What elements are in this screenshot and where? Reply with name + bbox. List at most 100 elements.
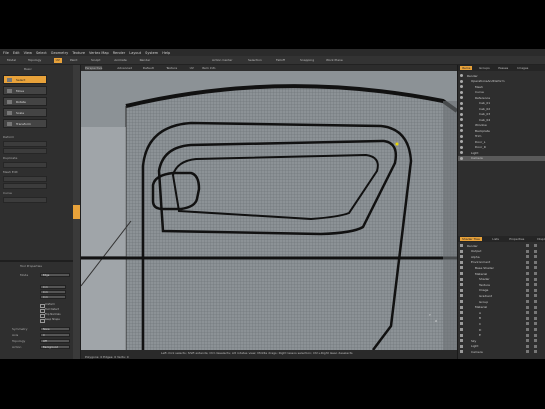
blend-toggle-icon[interactable] — [526, 339, 529, 343]
prop-value-field[interactable]: 0 m — [40, 285, 66, 289]
toolbar-action-center[interactable]: Action Center — [210, 58, 234, 63]
visibility-eye-icon[interactable] — [460, 79, 463, 83]
layer-visibility-icon[interactable] — [460, 277, 463, 281]
blend-toggle-icon[interactable] — [526, 305, 529, 309]
shader-row[interactable]: Camera — [458, 349, 545, 354]
tool-scale-button[interactable]: Scale — [3, 108, 47, 117]
effect-toggle-icon[interactable] — [534, 294, 537, 298]
visibility-eye-icon[interactable] — [460, 107, 463, 110]
layer-visibility-icon[interactable] — [460, 339, 463, 343]
tool-rotate-button[interactable]: Rotate — [3, 97, 47, 106]
shader-row[interactable]: B — [458, 316, 545, 321]
shader-tab-properties[interactable]: Properties — [507, 237, 526, 241]
shader-row[interactable]: Gradient — [458, 293, 545, 298]
effect-toggle-icon[interactable] — [534, 260, 537, 264]
layer-visibility-icon[interactable] — [460, 344, 463, 348]
menu-select[interactable]: Select — [36, 51, 47, 55]
blend-toggle-icon[interactable] — [526, 294, 529, 298]
blend-toggle-icon[interactable] — [526, 266, 529, 270]
effect-toggle-icon[interactable] — [534, 288, 537, 292]
layer-visibility-icon[interactable] — [460, 255, 463, 259]
blend-toggle-icon[interactable] — [526, 311, 529, 315]
effect-toggle-icon[interactable] — [534, 311, 537, 315]
item-row[interactable]: Window — [458, 123, 545, 128]
shader-row[interactable]: Image — [458, 288, 545, 293]
item-row[interactable]: Door_R — [458, 145, 545, 150]
toolbar-snapping[interactable]: Snapping — [298, 58, 316, 63]
axis-gizmo[interactable]: Y X — [429, 313, 451, 327]
blend-toggle-icon[interactable] — [526, 344, 529, 348]
shader-row[interactable]: Material — [458, 271, 545, 276]
menu-edit[interactable]: Edit — [13, 51, 20, 55]
item-row[interactable]: Camera — [458, 155, 545, 161]
deform-row[interactable] — [3, 148, 47, 154]
visibility-eye-icon[interactable] — [460, 112, 463, 116]
visibility-eye-icon[interactable] — [460, 90, 463, 94]
effect-toggle-icon[interactable] — [534, 249, 537, 253]
viewport-tab-item-info[interactable]: Item Info — [202, 66, 215, 70]
viewport-tab-default[interactable]: Default — [143, 66, 154, 70]
item-row[interactable]: OperationsAndDeform — [458, 79, 545, 84]
toolbar-tab-paint[interactable]: Paint — [68, 58, 79, 63]
shader-row[interactable]: C — [458, 321, 545, 326]
shader-row[interactable]: Texture — [458, 282, 545, 287]
item-row[interactable]: Reference — [458, 95, 545, 100]
viewport-tab-texture[interactable]: Texture — [166, 66, 177, 70]
option-checkbox[interactable]: Tool Detect — [40, 308, 74, 313]
layer-visibility-icon[interactable] — [460, 322, 463, 326]
toolbar-tab-uv[interactable]: UV — [53, 58, 62, 63]
3d-viewport[interactable]: Perspective Advanced Default Texture UV Item … — [81, 65, 457, 350]
shader-row[interactable]: Sky — [458, 338, 545, 343]
item-row[interactable]: Mesh — [458, 84, 545, 89]
items-list[interactable]: Render OperationsAndDeform Mesh Curve Refere… — [458, 71, 545, 236]
item-row[interactable]: Cab_01 — [458, 101, 545, 106]
toolbar-selection[interactable]: Selection — [246, 58, 264, 63]
visibility-eye-icon[interactable] — [460, 140, 463, 143]
tool-select-button[interactable]: Select — [3, 75, 47, 84]
effect-toggle-icon[interactable] — [534, 277, 537, 281]
menu-geometry[interactable]: Geometry — [51, 51, 68, 55]
shader-row[interactable]: Light — [458, 344, 545, 349]
effect-toggle-icon[interactable] — [534, 283, 537, 287]
blend-toggle-icon[interactable] — [526, 322, 529, 326]
option-checkbox[interactable]: Keep Shape — [40, 318, 74, 323]
shader-row[interactable]: A — [458, 310, 545, 315]
visibility-eye-icon[interactable] — [460, 134, 463, 138]
prop-value-field[interactable]: 0 m — [40, 290, 66, 294]
effect-toggle-icon[interactable] — [534, 333, 537, 337]
tool-tabs-strip[interactable] — [73, 65, 80, 359]
active-tool-tab[interactable] — [73, 205, 80, 219]
effect-toggle-icon[interactable] — [534, 339, 537, 343]
menu-texture[interactable]: Texture — [72, 51, 85, 55]
shader-row[interactable]: Environment — [458, 260, 545, 265]
items-tab-groups[interactable]: Groups — [477, 66, 492, 70]
toolbar-tab-sculpt[interactable]: Sculpt — [89, 58, 102, 63]
item-row[interactable]: Trim — [458, 134, 545, 139]
item-row[interactable]: Cab_04 — [458, 117, 545, 122]
layer-visibility-icon[interactable] — [460, 272, 463, 275]
blend-toggle-icon[interactable] — [526, 316, 529, 320]
shader-row[interactable]: Output — [458, 249, 545, 254]
visibility-eye-icon[interactable] — [460, 96, 463, 99]
shader-row[interactable]: D — [458, 327, 545, 332]
setting-select[interactable]: None — [40, 327, 70, 331]
toolbar-tab-animate[interactable]: Animate — [112, 58, 129, 63]
blend-toggle-icon[interactable] — [526, 333, 529, 337]
shader-row[interactable]: Base Shader — [458, 265, 545, 270]
layer-visibility-icon[interactable] — [460, 305, 463, 309]
prop-value-field[interactable]: 0 m — [40, 295, 66, 299]
menu-file[interactable]: File — [3, 51, 9, 55]
mesh-canvas[interactable] — [81, 71, 457, 350]
blend-toggle-icon[interactable] — [526, 244, 529, 247]
blend-toggle-icon[interactable] — [526, 272, 529, 275]
effect-toggle-icon[interactable] — [534, 266, 537, 270]
blend-toggle-icon[interactable] — [526, 283, 529, 287]
effect-toggle-icon[interactable] — [534, 300, 537, 303]
blend-toggle-icon[interactable] — [526, 350, 529, 354]
effect-toggle-icon[interactable] — [534, 322, 537, 326]
layer-visibility-icon[interactable] — [460, 283, 463, 287]
blend-toggle-icon[interactable] — [526, 277, 529, 281]
shader-row[interactable]: Group — [458, 299, 545, 304]
effect-toggle-icon[interactable] — [534, 255, 537, 259]
layer-visibility-icon[interactable] — [460, 294, 463, 298]
